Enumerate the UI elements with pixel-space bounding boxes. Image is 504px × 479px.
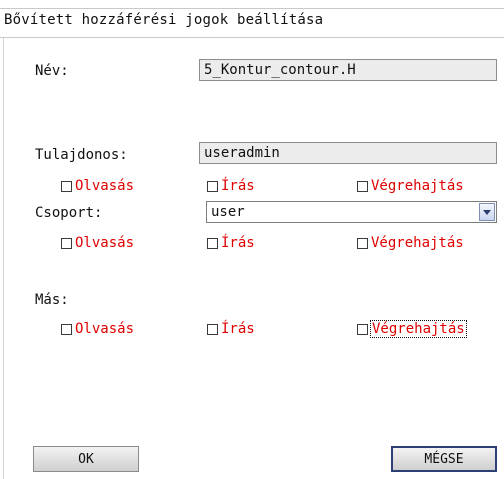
- dialog-title: Bővített hozzáférési jogok beállítása: [4, 12, 324, 28]
- checkbox-box[interactable]: [357, 323, 368, 335]
- chevron-down-icon[interactable]: [479, 203, 495, 221]
- cancel-button[interactable]: MÉGSE: [391, 446, 497, 472]
- owner-field[interactable]: useradmin: [199, 142, 497, 164]
- group-write-checkbox[interactable]: Írás: [207, 235, 255, 251]
- permissions-dialog: Bővített hozzáférési jogok beállítása Né…: [0, 0, 504, 479]
- group-read-checkbox[interactable]: Olvasás: [61, 235, 134, 251]
- checkbox-box[interactable]: [207, 237, 218, 249]
- owner-read-checkbox[interactable]: Olvasás: [61, 178, 134, 194]
- group-read-label: Olvasás: [75, 235, 135, 251]
- checkbox-box[interactable]: [207, 180, 218, 192]
- owner-execute-label: Végrehajtás: [371, 178, 464, 194]
- owner-label: Tulajdonos:: [35, 147, 128, 163]
- dialog-left-border: [3, 38, 4, 479]
- others-label: Más:: [35, 292, 69, 308]
- name-field[interactable]: 5_Kontur_contour.H: [199, 59, 497, 81]
- owner-write-checkbox[interactable]: Írás: [207, 178, 255, 194]
- group-select-value: user: [211, 204, 245, 220]
- checkbox-box[interactable]: [61, 180, 72, 192]
- group-write-label: Írás: [221, 235, 255, 251]
- others-execute-checkbox[interactable]: Végrehajtás: [357, 320, 467, 338]
- group-execute-label: Végrehajtás: [371, 235, 464, 251]
- checkbox-box[interactable]: [357, 180, 368, 192]
- checkbox-box[interactable]: [61, 323, 72, 335]
- others-read-checkbox[interactable]: Olvasás: [61, 321, 134, 337]
- owner-read-label: Olvasás: [75, 178, 135, 194]
- owner-execute-checkbox[interactable]: Végrehajtás: [357, 178, 464, 194]
- checkbox-box[interactable]: [207, 323, 218, 335]
- owner-write-label: Írás: [221, 178, 255, 194]
- checkbox-box[interactable]: [357, 237, 368, 249]
- ok-button[interactable]: OK: [33, 446, 139, 472]
- group-select[interactable]: user: [206, 201, 497, 223]
- checkbox-box[interactable]: [61, 237, 72, 249]
- others-write-checkbox[interactable]: Írás: [207, 321, 255, 337]
- others-execute-label: Végrehajtás: [370, 320, 467, 338]
- others-write-label: Írás: [221, 321, 255, 337]
- group-execute-checkbox[interactable]: Végrehajtás: [357, 235, 464, 251]
- name-label: Név:: [35, 63, 69, 79]
- group-label: Csoport:: [35, 205, 103, 221]
- others-read-label: Olvasás: [75, 321, 135, 337]
